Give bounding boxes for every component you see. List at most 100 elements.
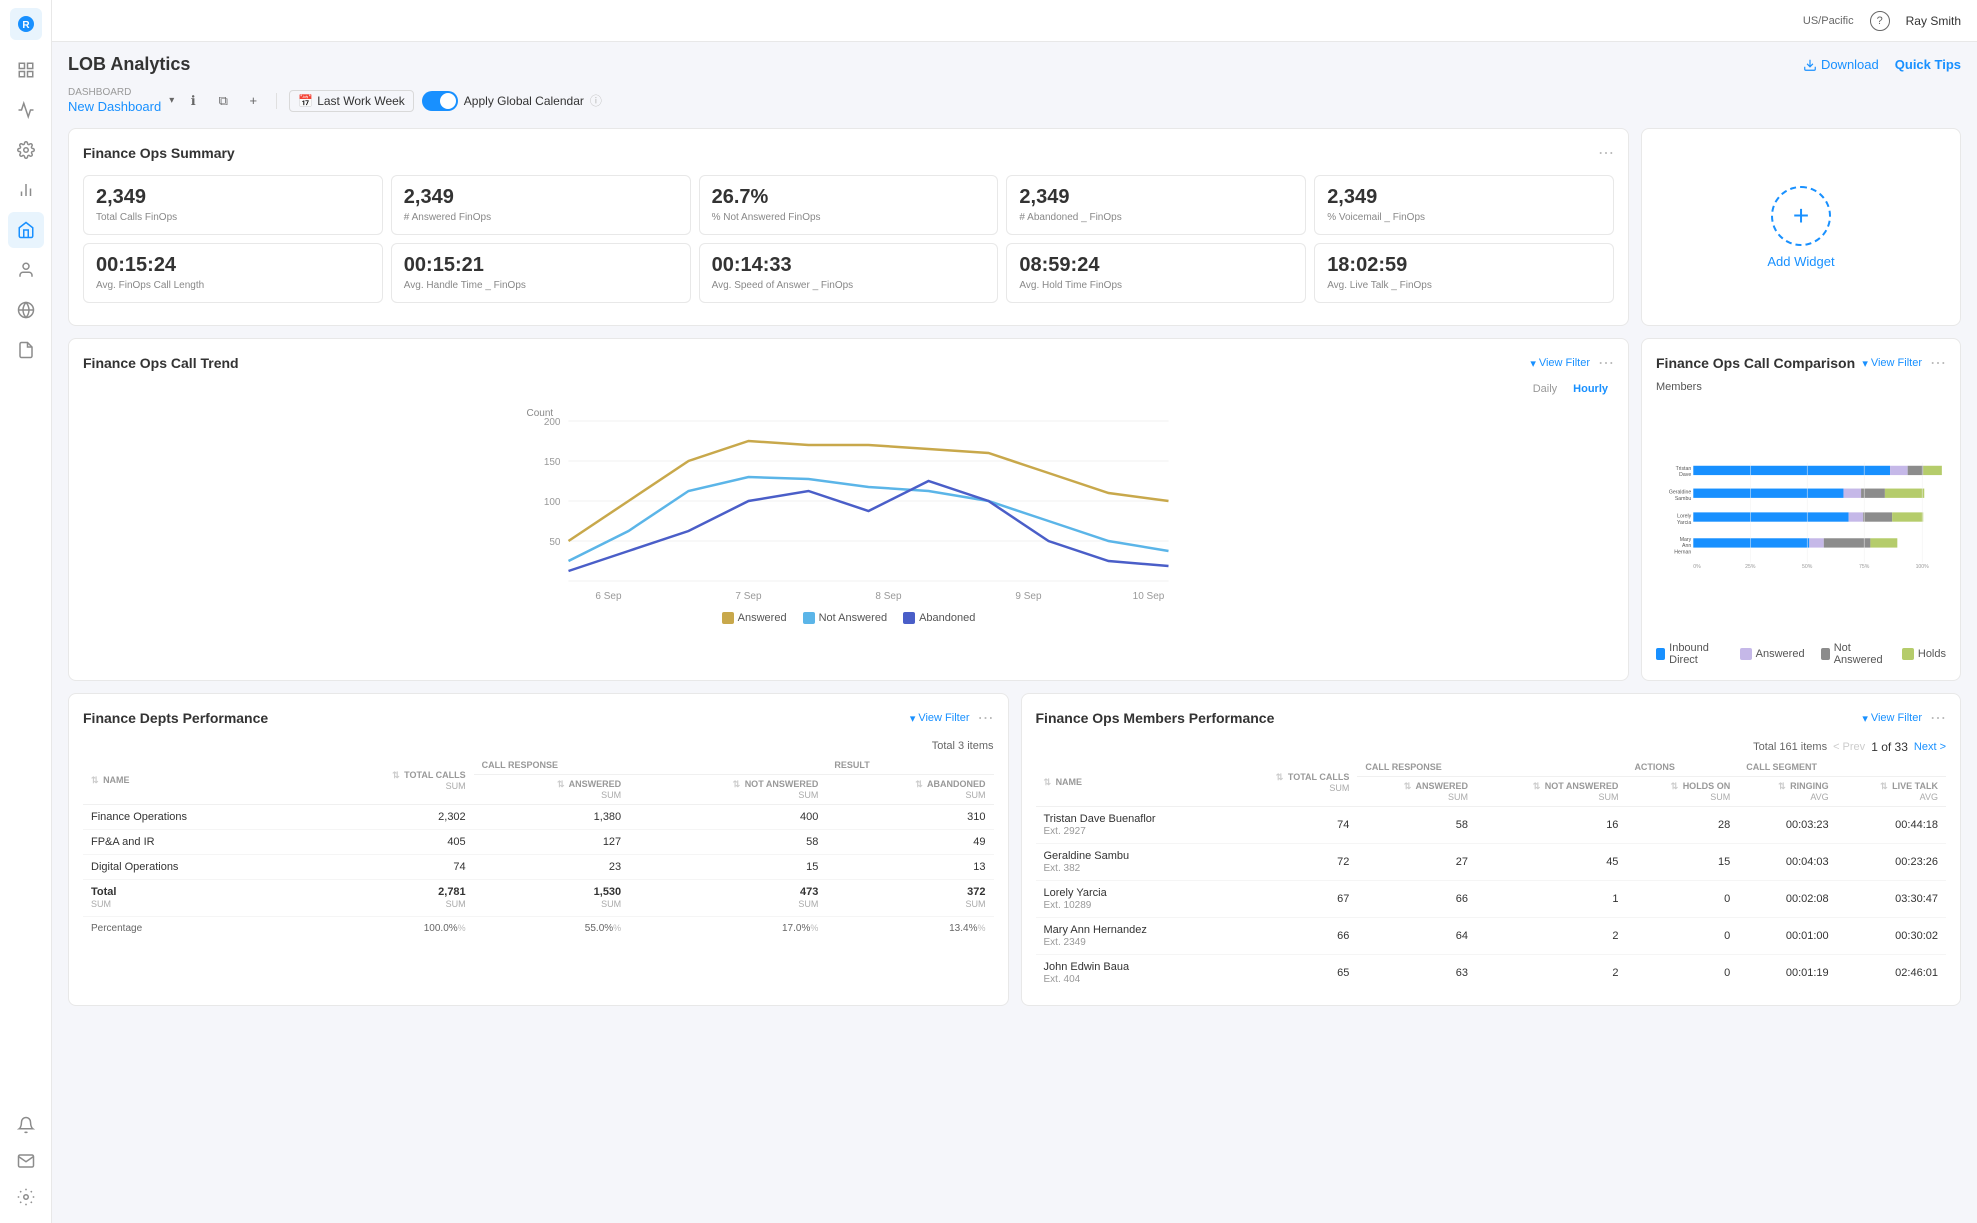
sidebar-item-chart[interactable] xyxy=(8,172,44,208)
call-trend-menu-icon[interactable]: ⋯ xyxy=(1598,353,1614,373)
finance-depts-table: ⇅ Name ⇅ Total Calls SUM CALL RESPONSE R… xyxy=(83,756,994,940)
legend-label: Answered xyxy=(738,612,787,624)
col-not-answered[interactable]: ⇅ Not Answered SUM xyxy=(629,775,826,805)
top-grid: Finance Ops Summary ⋯ 2,349Total Calls F… xyxy=(68,128,1961,326)
col-abandoned[interactable]: ⇅ Abandoned SUM xyxy=(826,775,993,805)
toggle-switch[interactable] xyxy=(422,91,458,111)
prev-page-button[interactable]: < Prev xyxy=(1833,741,1865,753)
stat-label: # Answered FinOps xyxy=(404,211,678,224)
stat-card: 00:14:33Avg. Speed of Answer _ FinOps xyxy=(699,243,999,303)
finance-depts-menu-icon[interactable]: ⋯ xyxy=(978,708,994,728)
dept-not-answered: 15 xyxy=(629,855,826,880)
call-trend-header: Finance Ops Call Trend ▾ View Filter ⋯ xyxy=(83,353,1614,373)
download-button[interactable]: Download xyxy=(1803,57,1879,72)
member-not-answered: 1 xyxy=(1476,881,1626,918)
help-icon[interactable]: ? xyxy=(1870,11,1890,31)
member-total-calls: 74 xyxy=(1225,807,1357,844)
dashboard-chevron-icon[interactable]: ▾ xyxy=(169,95,174,106)
svg-text:R: R xyxy=(22,20,30,31)
member-name: Geraldine SambuExt. 382 xyxy=(1036,844,1225,881)
page-header: LOB Analytics Download Quick Tips xyxy=(68,54,1961,75)
svg-text:100: 100 xyxy=(544,497,561,508)
daily-btn[interactable]: Daily xyxy=(1527,381,1563,397)
mem-col-answered[interactable]: ⇅ Answered SUM xyxy=(1357,777,1476,807)
sidebar-item-settings[interactable] xyxy=(8,132,44,168)
sidebar-item-user[interactable] xyxy=(8,252,44,288)
mem-col-ringing[interactable]: ⇅ Ringing AVG xyxy=(1738,777,1836,807)
info-icon[interactable]: ℹ xyxy=(182,90,204,112)
download-label: Download xyxy=(1821,57,1879,72)
call-trend-view-filter[interactable]: ▾ View Filter xyxy=(1530,357,1590,370)
summary-menu-icon[interactable]: ⋯ xyxy=(1598,143,1614,163)
dashboard-name[interactable]: New Dashboard xyxy=(68,99,161,114)
member-not-answered: 2 xyxy=(1476,955,1626,992)
mem-col-total-calls[interactable]: ⇅ Total Calls SUM xyxy=(1225,758,1357,807)
mem-col-call-response: CALL RESPONSE xyxy=(1357,758,1626,777)
call-trend-chart: Count 200 150 100 50 6 Sep 7 Sep 8 Sep xyxy=(83,401,1614,601)
finance-depts-title: Finance Depts Performance xyxy=(83,710,268,726)
svg-text:Sambu: Sambu xyxy=(1675,496,1691,502)
svg-text:0%: 0% xyxy=(1693,564,1701,570)
member-holds-on: 28 xyxy=(1626,807,1738,844)
finance-members-menu-icon[interactable]: ⋯ xyxy=(1930,708,1946,728)
quick-tips-button[interactable]: Quick Tips xyxy=(1895,57,1961,72)
member-answered: 64 xyxy=(1357,918,1476,955)
mem-col-holds-on[interactable]: ⇅ Holds On SUM xyxy=(1626,777,1738,807)
finance-members-view-filter[interactable]: ▾ View Filter xyxy=(1862,712,1922,725)
finance-members-body: Tristan Dave BuenaflorExt. 2927745816280… xyxy=(1036,807,1947,992)
next-page-button[interactable]: Next > xyxy=(1914,741,1946,753)
stat-card: 2,349# Answered FinOps xyxy=(391,175,691,235)
add-widget-panel[interactable]: + Add Widget xyxy=(1641,128,1961,326)
add-icon[interactable]: + xyxy=(242,90,264,112)
legend-dot xyxy=(722,612,734,624)
col-result: RESULT xyxy=(826,756,993,775)
table-row: Finance Operations2,3021,380400310 xyxy=(83,805,994,830)
sidebar-item-mail[interactable] xyxy=(8,1143,44,1179)
legend-label: Answered xyxy=(1756,648,1805,660)
logo[interactable]: R xyxy=(10,8,42,40)
dept-total-calls: 405 xyxy=(300,830,474,855)
call-comparison-menu-icon[interactable]: ⋯ xyxy=(1930,353,1946,373)
finance-members-controls: ▾ View Filter ⋯ xyxy=(1862,708,1946,728)
sidebar-item-analytics[interactable] xyxy=(8,92,44,128)
stats-row1: 2,349Total Calls FinOps2,349# Answered F… xyxy=(83,175,1614,235)
call-comparison-chart: Tristan Dave Geraldine Sambu Lorely Yarc xyxy=(1656,401,1946,631)
mem-col-name[interactable]: ⇅ Name xyxy=(1036,758,1225,807)
col-name[interactable]: ⇅ Name xyxy=(83,756,300,805)
mem-col-not-answered[interactable]: ⇅ Not Answered SUM xyxy=(1476,777,1626,807)
call-comparison-view-filter[interactable]: ▾ View Filter xyxy=(1862,357,1922,370)
legend-label: Not Answered xyxy=(1834,642,1886,666)
global-calendar-toggle[interactable]: Apply Global Calendar ⓘ xyxy=(422,91,602,111)
sidebar-item-dashboard[interactable] xyxy=(8,212,44,248)
stat-label: Avg. FinOps Call Length xyxy=(96,279,370,292)
col-total-calls[interactable]: ⇅ Total Calls SUM xyxy=(300,756,474,805)
legend-label: Not Answered xyxy=(819,612,887,624)
sidebar-item-gear[interactable] xyxy=(8,1179,44,1215)
member-answered: 27 xyxy=(1357,844,1476,881)
main-content: US/Pacific ? Ray Smith LOB Analytics Dow… xyxy=(52,0,1977,1223)
mem-col-live-talk[interactable]: ⇅ Live Talk AVG xyxy=(1837,777,1946,807)
sidebar: R xyxy=(0,0,52,1223)
finance-depts-controls: ▾ View Filter ⋯ xyxy=(910,708,994,728)
date-range-button[interactable]: 📅 Last Work Week xyxy=(289,90,414,112)
call-comparison-panel: Finance Ops Call Comparison ▾ View Filte… xyxy=(1641,338,1961,681)
copy-icon[interactable]: ⧉ xyxy=(212,90,234,112)
stat-card: 2,349Total Calls FinOps xyxy=(83,175,383,235)
hourly-btn[interactable]: Hourly xyxy=(1567,381,1614,397)
svg-text:9 Sep: 9 Sep xyxy=(1015,591,1042,601)
topbar-user: Ray Smith xyxy=(1906,14,1961,28)
call-trend-controls: ▾ View Filter ⋯ xyxy=(1530,353,1614,373)
finance-depts-view-filter[interactable]: ▾ View Filter xyxy=(910,712,970,725)
finance-depts-total: Total 3 items xyxy=(83,740,994,752)
sidebar-item-report[interactable] xyxy=(8,332,44,368)
sidebar-item-bell[interactable] xyxy=(8,1107,44,1143)
member-total-calls: 66 xyxy=(1225,918,1357,955)
sidebar-item-home[interactable] xyxy=(8,52,44,88)
member-holds-on: 15 xyxy=(1626,844,1738,881)
member-live-talk: 03:30:47 xyxy=(1837,881,1946,918)
finance-depts-body: Finance Operations2,3021,380400310FP&A a… xyxy=(83,805,994,941)
sidebar-item-globe[interactable] xyxy=(8,292,44,328)
table-row: FP&A and IR4051275849 xyxy=(83,830,994,855)
col-answered[interactable]: ⇅ Answered SUM xyxy=(474,775,630,805)
stat-card: 00:15:21Avg. Handle Time _ FinOps xyxy=(391,243,691,303)
